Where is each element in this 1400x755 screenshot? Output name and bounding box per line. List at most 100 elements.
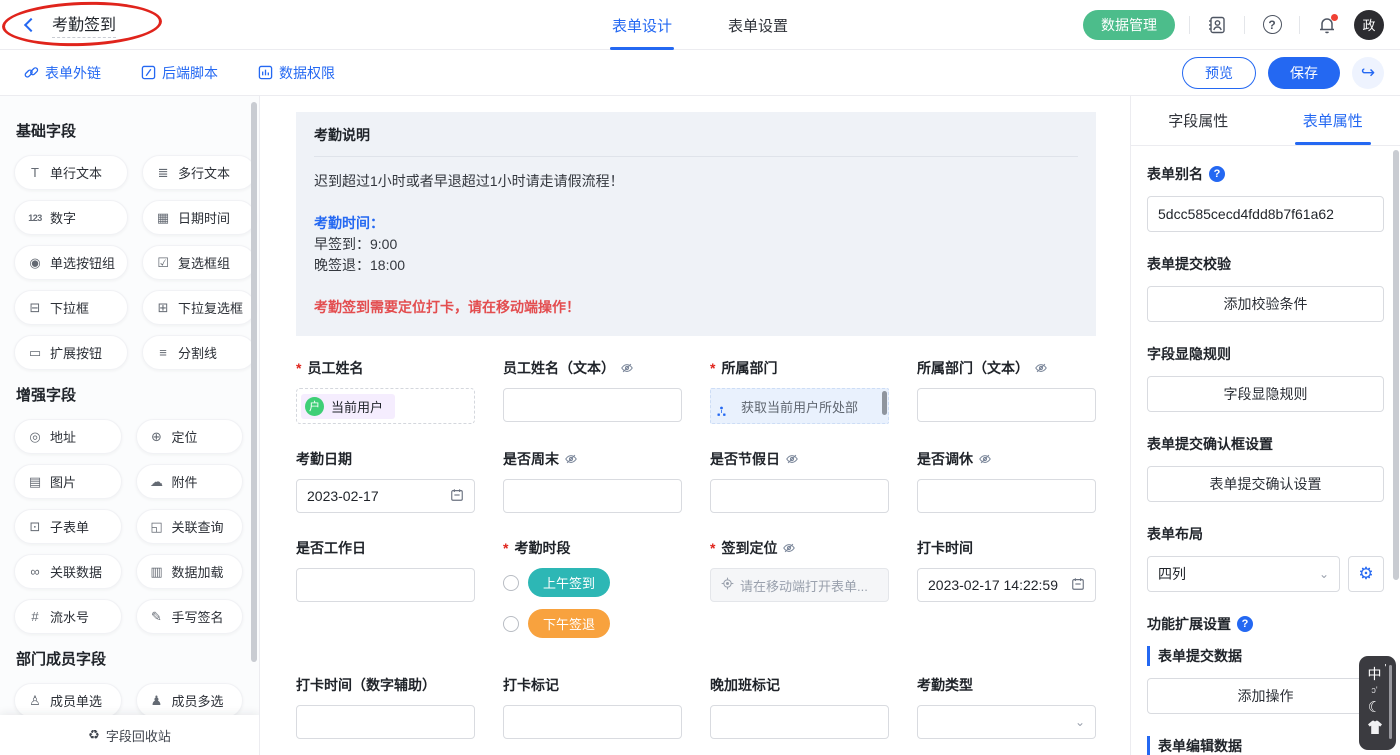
field-checkin-location[interactable]: *签到定位 请在移动端打开表单... <box>710 538 889 650</box>
field-item-checkbox-group[interactable]: ☑复选框组 <box>142 245 256 280</box>
user-avatar[interactable]: 政 <box>1354 10 1384 40</box>
help-question-icon[interactable]: ? <box>1209 166 1225 182</box>
contacts-icon[interactable] <box>1204 12 1230 38</box>
field-item-multi-dropdown[interactable]: ⊞下拉复选框 <box>142 290 256 325</box>
notification-bell-icon[interactable] <box>1314 12 1340 38</box>
field-item-signature[interactable]: ✎手写签名 <box>136 599 244 634</box>
field-item-subform[interactable]: ⊡子表单 <box>14 509 122 544</box>
attendance-notice-block[interactable]: 考勤说明 迟到超过1小时或者早退超过1小时请走请假流程！ 考勤时间： 早签到：9… <box>296 112 1096 336</box>
field-recycle-bin[interactable]: ♻ 字段回收站 <box>0 715 259 755</box>
location-input[interactable]: 请在移动端打开表单... <box>710 568 889 602</box>
add-validation-button[interactable]: 添加校验条件 <box>1147 286 1384 322</box>
field-department[interactable]: *所属部门 获取当前用户所处部 <box>710 358 889 424</box>
data-permission-action[interactable]: 数据权限 <box>258 63 335 83</box>
field-punch-mark[interactable]: 打卡标记 <box>503 675 682 739</box>
language-toggle[interactable]: 中 <box>1368 667 1382 681</box>
text-input[interactable] <box>917 388 1096 422</box>
theme-shirt-icon[interactable] <box>1367 720 1383 739</box>
field-item-data-loading[interactable]: ▥数据加载 <box>136 554 244 589</box>
field-is-adjust-rest[interactable]: 是否调休 <box>917 449 1096 513</box>
back-button[interactable] <box>16 12 42 38</box>
field-punch-time-number[interactable]: 打卡时间（数字辅助） <box>296 675 475 739</box>
share-button[interactable]: ↪ <box>1352 57 1384 89</box>
field-item-divider[interactable]: ≡分割线 <box>142 335 256 370</box>
field-item-single-line-text[interactable]: T单行文本 <box>14 155 128 190</box>
field-item-extend-button[interactable]: ▭扩展按钮 <box>14 335 128 370</box>
external-link-action[interactable]: 表单外链 <box>24 63 101 83</box>
field-employee-name-text[interactable]: 员工姓名（文本） <box>503 358 682 424</box>
text-input[interactable] <box>917 479 1096 513</box>
datetime-input[interactable]: 2023-02-17 14:22:59 <box>917 568 1096 602</box>
field-visibility-button[interactable]: 字段显隐规则 <box>1147 376 1384 412</box>
text-input[interactable] <box>503 705 682 739</box>
dept-scrollbar[interactable] <box>882 391 887 415</box>
relation-data-icon: ∞ <box>27 564 43 579</box>
field-item-relation-query[interactable]: ◱关联查询 <box>136 509 244 544</box>
submit-validation-label: 表单提交校验 <box>1147 254 1384 274</box>
field-punch-time[interactable]: 打卡时间 2023-02-17 14:22:59 <box>917 538 1096 650</box>
data-manage-button[interactable]: 数据管理 <box>1083 10 1175 40</box>
submit-data-add-button[interactable]: 添加操作 <box>1147 678 1384 714</box>
text-input[interactable] <box>710 479 889 513</box>
field-item-relation-data[interactable]: ∞关联数据 <box>14 554 122 589</box>
field-item-member-multi[interactable]: ♟成员多选 <box>136 683 244 718</box>
text-input[interactable] <box>710 705 889 739</box>
field-employee-name[interactable]: *员工姓名 户 当前用户 <box>296 358 475 424</box>
period-option-morning[interactable]: 上午签到 <box>503 568 682 597</box>
text-input[interactable] <box>503 388 682 422</box>
tab-field-properties[interactable]: 字段属性 <box>1131 96 1266 145</box>
tab-form-design[interactable]: 表单设计 <box>612 0 672 50</box>
field-item-image[interactable]: ▤图片 <box>14 464 122 499</box>
period-option-afternoon[interactable]: 下午签退 <box>503 609 682 638</box>
date-input[interactable]: 2023-02-17 <box>296 479 475 513</box>
submit-confirm-button[interactable]: 表单提交确认设置 <box>1147 466 1384 502</box>
text-input[interactable] <box>503 479 682 513</box>
field-item-address[interactable]: ◎地址 <box>14 419 122 454</box>
text-input[interactable] <box>296 705 475 739</box>
help-question-icon[interactable]: ? <box>1237 616 1253 632</box>
field-item-location[interactable]: ⊕定位 <box>136 419 244 454</box>
field-item-radio-group[interactable]: ◉单选按钮组 <box>14 245 128 280</box>
field-item-number[interactable]: 123数字 <box>14 200 128 235</box>
field-item-attachment[interactable]: ☁附件 <box>136 464 244 499</box>
layout-select[interactable]: 四列 ⌄ <box>1147 556 1340 592</box>
current-user-control[interactable]: 户 当前用户 <box>296 388 475 424</box>
field-is-holiday[interactable]: 是否节假日 <box>710 449 889 513</box>
field-item-multi-line-text[interactable]: ≣多行文本 <box>142 155 256 190</box>
field-item-serial-number[interactable]: #流水号 <box>14 599 122 634</box>
field-attendance-type[interactable]: 考勤类型 ⌄ <box>917 675 1096 739</box>
department-auto-control[interactable]: 获取当前用户所处部 <box>710 388 889 424</box>
notification-badge <box>1331 14 1338 21</box>
backend-script-action[interactable]: 后端脚本 <box>141 63 218 83</box>
widget-scrollbar <box>1389 665 1392 739</box>
subform-icon: ⊡ <box>27 519 43 535</box>
field-overtime-mark[interactable]: 晚加班标记 <box>710 675 889 739</box>
dark-mode-moon-icon[interactable]: ☾ <box>1368 700 1381 715</box>
field-item-member-single[interactable]: ♙成员单选 <box>14 683 122 718</box>
field-is-weekend[interactable]: 是否周末 <box>503 449 682 513</box>
checkbox-icon: ☑ <box>155 255 171 271</box>
preview-button[interactable]: 预览 <box>1182 57 1256 89</box>
field-attendance-period[interactable]: *考勤时段 上午签到 下午签退 <box>503 538 682 650</box>
layout-settings-button[interactable]: ⚙ <box>1348 556 1384 592</box>
field-attendance-date[interactable]: 考勤日期 2023-02-17 <box>296 449 475 513</box>
radio-button[interactable] <box>503 616 519 632</box>
form-toolbar: 表单外链 后端脚本 数据权限 预览 保存 ↪ <box>0 50 1400 96</box>
form-alias-input[interactable]: 5dcc585cecd4fdd8b7f61a62 <box>1147 196 1384 232</box>
save-button[interactable]: 保存 <box>1268 57 1340 89</box>
field-department-text[interactable]: 所属部门（文本） <box>917 358 1096 424</box>
field-is-workday[interactable]: 是否工作日 <box>296 538 475 650</box>
form-title[interactable]: 考勤签到 <box>52 11 116 38</box>
field-library-sidebar: 基础字段 T单行文本 ≣多行文本 123数字 ▦日期时间 ◉单选按钮组 ☑复选框… <box>0 96 260 755</box>
panel-scrollbar[interactable] <box>1393 150 1399 580</box>
notice-time-line: 早签到：9:00 <box>314 234 1078 255</box>
radio-button[interactable] <box>503 575 519 591</box>
sidebar-scrollbar[interactable] <box>251 102 257 662</box>
help-icon[interactable]: ? <box>1259 12 1285 38</box>
field-item-datetime[interactable]: ▦日期时间 <box>142 200 256 235</box>
tab-form-properties[interactable]: 表单属性 <box>1266 96 1400 145</box>
field-item-dropdown[interactable]: ⊟下拉框 <box>14 290 128 325</box>
text-input[interactable] <box>296 568 475 602</box>
tab-form-settings[interactable]: 表单设置 <box>728 0 788 50</box>
attendance-type-select[interactable]: ⌄ <box>917 705 1096 739</box>
